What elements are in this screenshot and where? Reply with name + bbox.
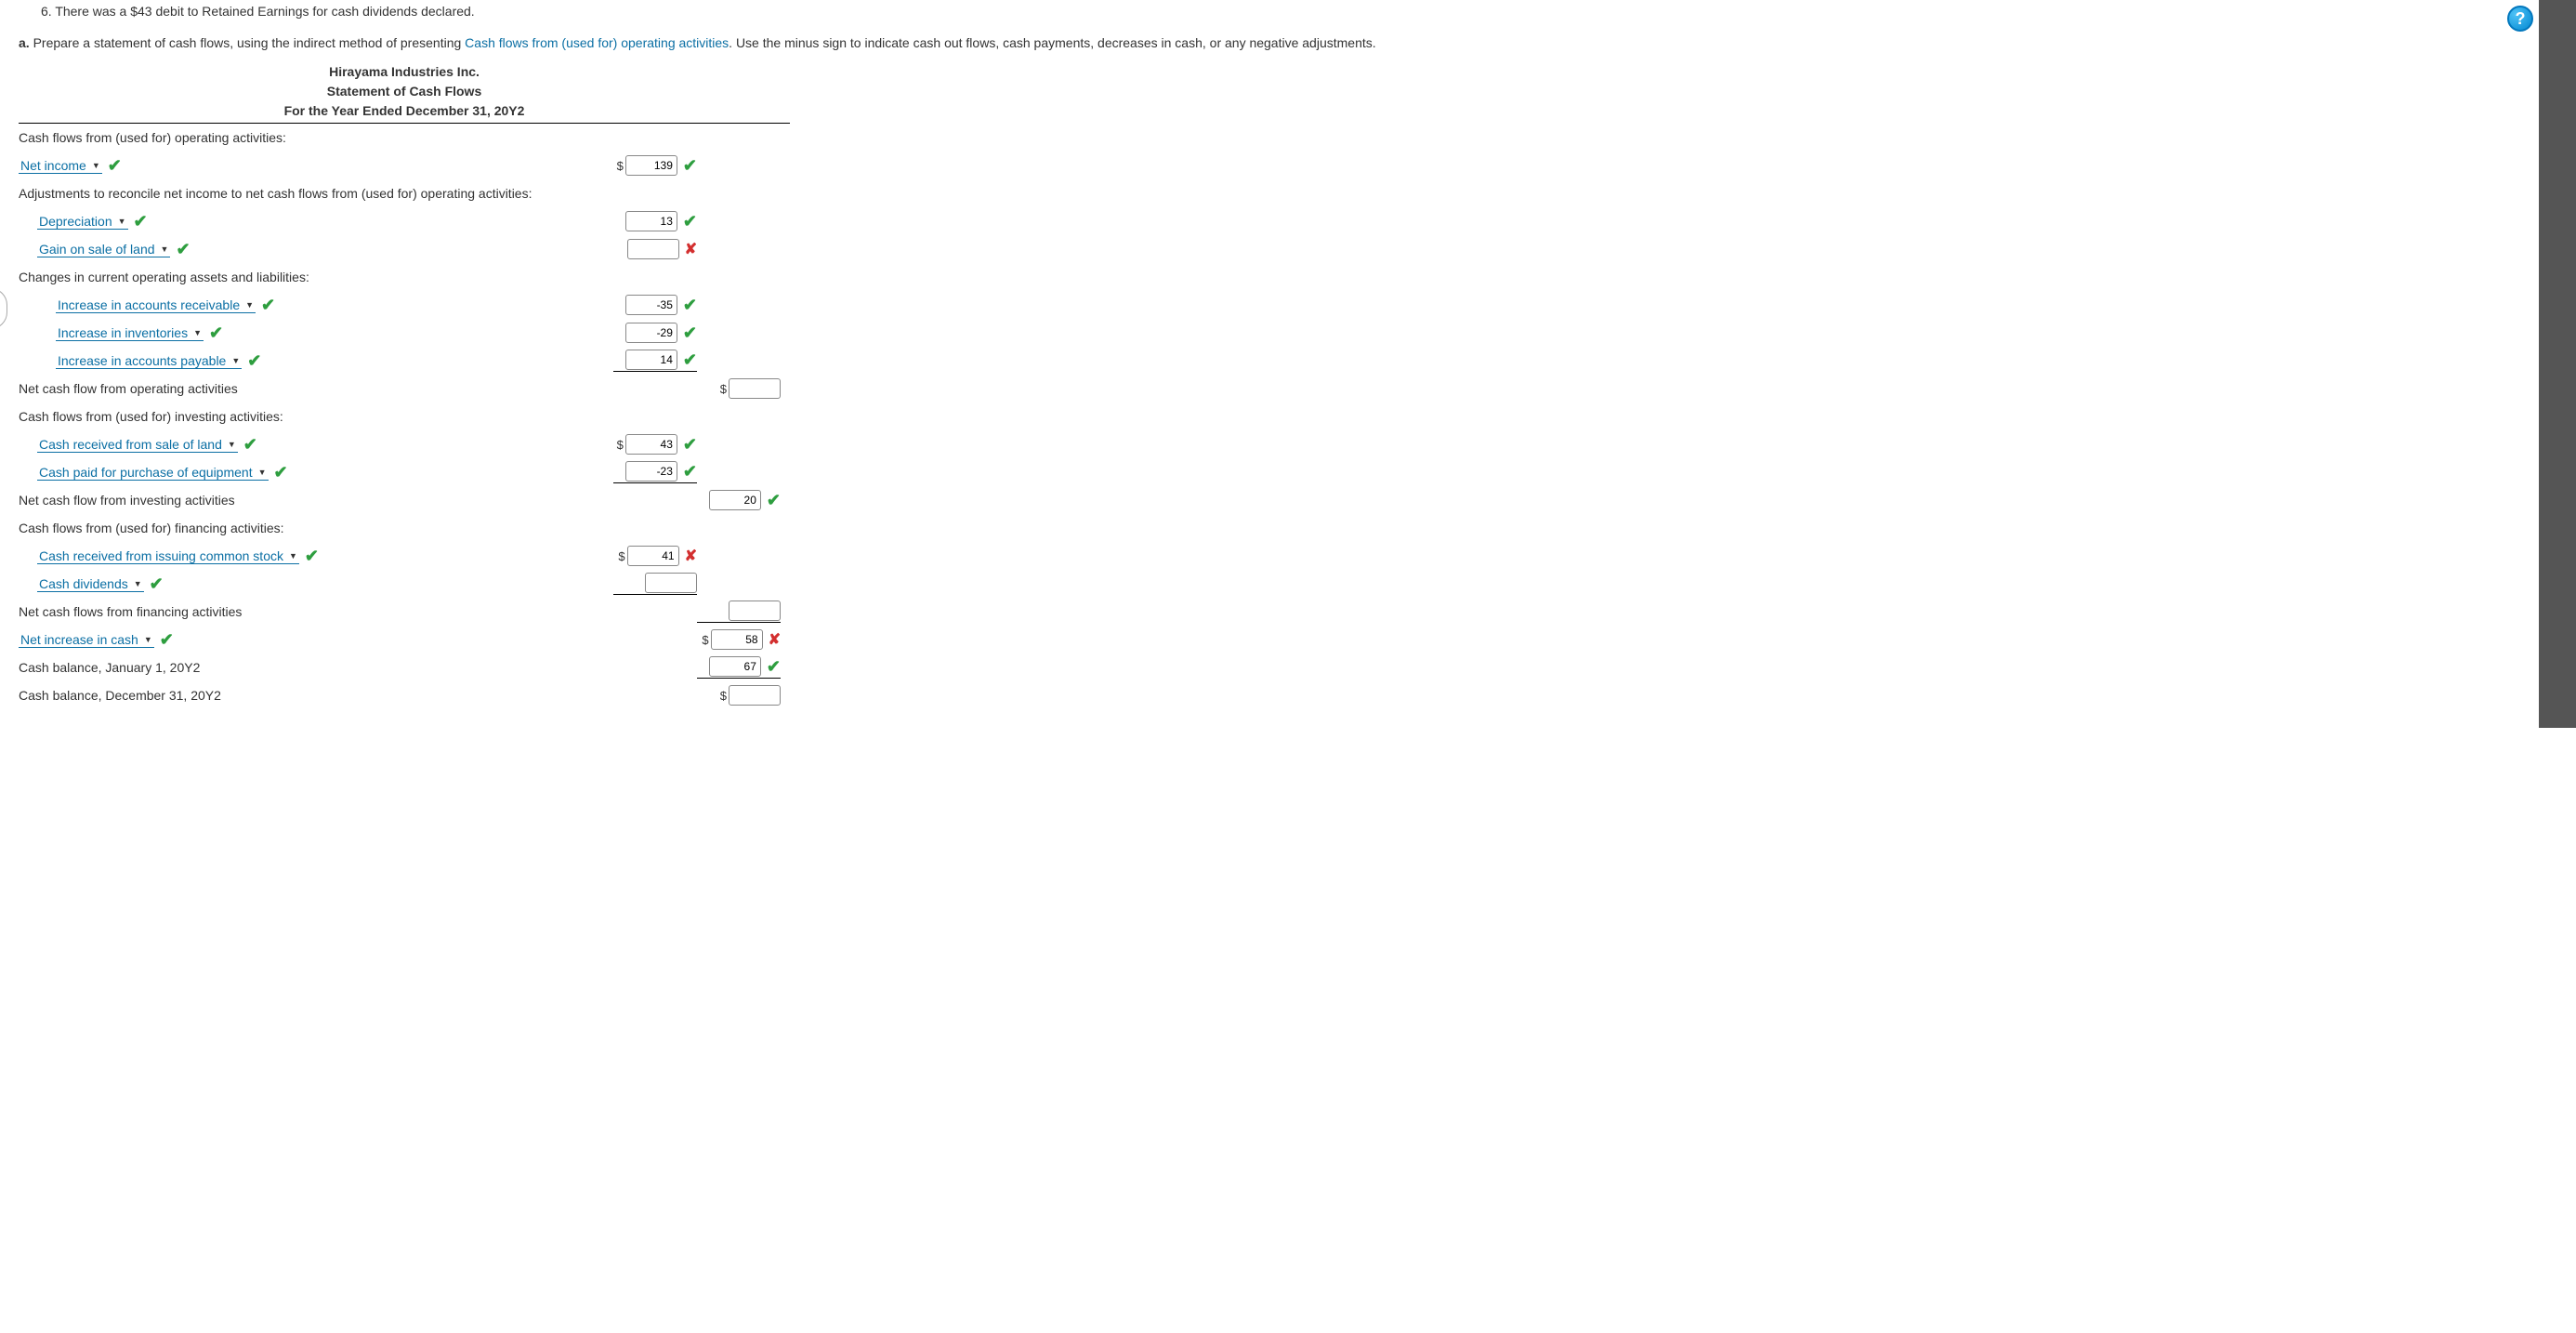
dollar-sign: $	[618, 549, 624, 563]
item-6-text: 6. There was a $43 debit to Retained Ear…	[41, 4, 2520, 19]
cash-dividends-input[interactable]	[645, 573, 697, 593]
cash-balance-jan-label: Cash balance, January 1, 20Y2	[19, 660, 613, 675]
check-icon: ✔	[683, 323, 697, 343]
dollar-sign: $	[720, 689, 727, 703]
net-operating-input[interactable]	[729, 378, 781, 399]
gain-sale-land-input[interactable]	[627, 239, 679, 259]
instruction-link[interactable]: Cash flows from (used for) operating act…	[465, 35, 729, 50]
depreciation-input[interactable]	[625, 211, 677, 231]
gain-sale-land-dropdown[interactable]: Gain on sale of land▼	[37, 242, 170, 257]
check-icon: ✔	[160, 630, 174, 650]
dollar-sign: $	[702, 633, 708, 647]
increase-ar-input[interactable]	[625, 295, 677, 315]
help-button[interactable]: ?	[2507, 6, 2533, 32]
dollar-sign: $	[720, 382, 727, 396]
net-operating-label: Net cash flow from operating activities	[19, 381, 613, 396]
check-icon: ✔	[274, 463, 288, 482]
dollar-sign: $	[617, 438, 624, 452]
check-icon: ✔	[108, 156, 122, 176]
check-icon: ✔	[683, 296, 697, 315]
check-icon: ✔	[683, 156, 697, 176]
check-icon: ✔	[767, 657, 781, 677]
check-icon: ✔	[683, 435, 697, 455]
cash-stock-dropdown[interactable]: Cash received from issuing common stock▼	[37, 548, 299, 564]
financing-header: Cash flows from (used for) financing act…	[19, 521, 613, 535]
statement-period: For the Year Ended December 31, 20Y2	[19, 101, 790, 121]
check-icon: ✔	[134, 212, 148, 231]
net-income-input[interactable]	[625, 155, 677, 176]
increase-ap-input[interactable]	[625, 350, 677, 370]
check-icon: ✔	[305, 547, 319, 566]
prev-page-tab[interactable]	[0, 288, 7, 329]
check-icon: ✔	[767, 491, 781, 510]
cash-paid-equip-input[interactable]	[625, 461, 677, 482]
cash-balance-dec-label: Cash balance, December 31, 20Y2	[19, 688, 613, 703]
check-icon: ✔	[683, 350, 697, 370]
instruction-post: . Use the minus sign to indicate cash ou…	[729, 35, 1375, 50]
net-increase-cash-input[interactable]	[711, 629, 763, 650]
cross-icon: ✘	[769, 630, 781, 649]
net-financing-input[interactable]	[729, 601, 781, 621]
net-increase-cash-dropdown[interactable]: Net increase in cash▼	[19, 632, 154, 648]
company-name: Hirayama Industries Inc.	[19, 62, 790, 82]
instruction-a: a. Prepare a statement of cash flows, us…	[19, 33, 2520, 53]
statement-header: Hirayama Industries Inc. Statement of Ca…	[19, 62, 790, 124]
check-icon: ✔	[209, 323, 223, 343]
investing-header: Cash flows from (used for) investing act…	[19, 409, 613, 424]
cash-sale-land-dropdown[interactable]: Cash received from sale of land▼	[37, 437, 238, 453]
dollar-sign: $	[617, 159, 624, 173]
operating-header: Cash flows from (used for) operating act…	[19, 130, 613, 145]
check-icon: ✔	[683, 212, 697, 231]
net-investing-label: Net cash flow from investing activities	[19, 493, 613, 508]
main-content: ? 6. There was a $43 debit to Retained E…	[0, 0, 2539, 728]
statement-title: Statement of Cash Flows	[19, 82, 790, 101]
increase-ap-dropdown[interactable]: Increase in accounts payable▼	[56, 353, 242, 369]
check-icon: ✔	[247, 351, 261, 371]
cash-balance-jan-input[interactable]	[709, 656, 761, 677]
instruction-pre: Prepare a statement of cash flows, using…	[33, 35, 466, 50]
check-icon: ✔	[176, 240, 190, 259]
increase-inv-input[interactable]	[625, 323, 677, 343]
cash-dividends-dropdown[interactable]: Cash dividends▼	[37, 576, 144, 592]
cross-icon: ✘	[685, 240, 697, 258]
depreciation-dropdown[interactable]: Depreciation▼	[37, 214, 128, 230]
cross-icon: ✘	[685, 547, 697, 565]
net-financing-label: Net cash flows from financing activities	[19, 604, 613, 619]
right-rail	[2539, 0, 2576, 728]
cash-paid-equip-dropdown[interactable]: Cash paid for purchase of equipment▼	[37, 465, 269, 481]
cash-sale-land-input[interactable]	[625, 434, 677, 455]
check-icon: ✔	[243, 435, 257, 455]
instruction-label: a.	[19, 35, 30, 50]
check-icon: ✔	[150, 574, 164, 594]
cash-balance-dec-input[interactable]	[729, 685, 781, 706]
net-investing-input[interactable]	[709, 490, 761, 510]
statement: Hirayama Industries Inc. Statement of Ca…	[19, 62, 2520, 709]
changes-header: Changes in current operating assets and …	[19, 270, 613, 284]
check-icon: ✔	[683, 462, 697, 482]
cash-stock-input[interactable]	[627, 546, 679, 566]
check-icon: ✔	[261, 296, 275, 315]
increase-ar-dropdown[interactable]: Increase in accounts receivable▼	[56, 297, 256, 313]
adjustments-header: Adjustments to reconcile net income to n…	[19, 186, 613, 201]
net-income-dropdown[interactable]: Net income▼	[19, 158, 102, 174]
increase-inv-dropdown[interactable]: Increase in inventories▼	[56, 325, 204, 341]
